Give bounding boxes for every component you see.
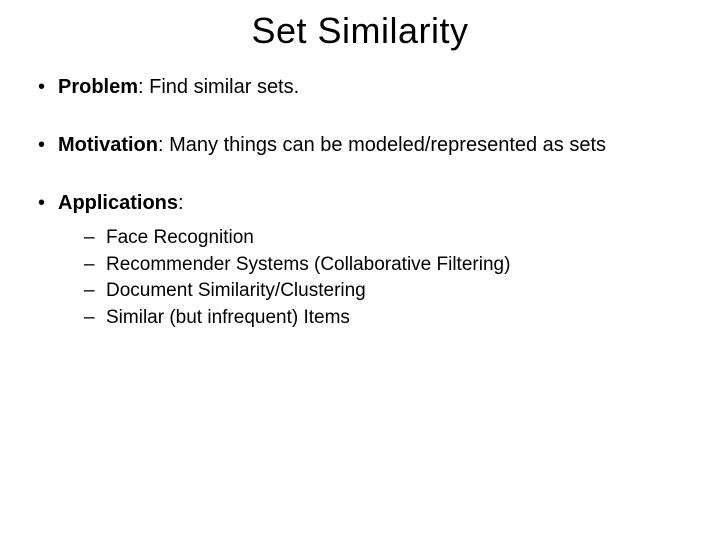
sub-bullet-item: Recommender Systems (Collaborative Filte…: [80, 253, 690, 278]
sub-bullet-item: Face Recognition: [80, 226, 690, 251]
bullet-text: :: [178, 192, 184, 214]
sub-bullet-list: Face Recognition Recommender Systems (Co…: [80, 226, 690, 331]
slide-title: Set Similarity: [30, 10, 690, 52]
slide: Set Similarity Problem: Find similar set…: [0, 0, 720, 540]
bullet-text: : Find similar sets.: [138, 76, 299, 98]
bullet-problem: Problem: Find similar sets.: [30, 74, 690, 100]
bullet-label: Problem: [58, 76, 138, 98]
sub-bullet-item: Similar (but infrequent) Items: [80, 306, 690, 331]
bullet-applications: Applications: Face Recognition Recommend…: [30, 190, 690, 331]
bullet-text: : Many things can be modeled/represented…: [158, 134, 606, 156]
bullet-label: Motivation: [58, 134, 158, 156]
sub-bullet-item: Document Similarity/Clustering: [80, 279, 690, 304]
bullet-label: Applications: [58, 192, 178, 214]
bullet-motivation: Motivation: Many things can be modeled/r…: [30, 132, 690, 158]
bullet-list: Problem: Find similar sets. Motivation: …: [30, 74, 690, 331]
